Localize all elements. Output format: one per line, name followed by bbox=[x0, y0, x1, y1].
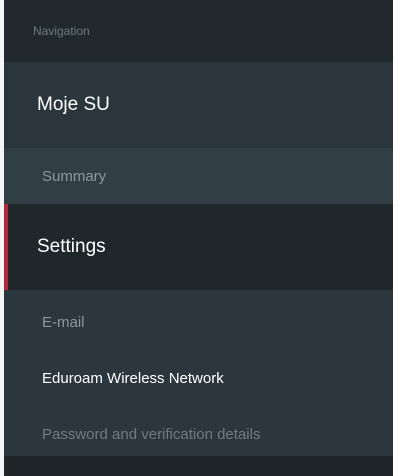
active-indicator bbox=[4, 204, 8, 290]
nav-item-summary[interactable]: Summary bbox=[4, 148, 393, 204]
submenu-item-eduroam[interactable]: Eduroam Wireless Network bbox=[4, 350, 393, 406]
settings-submenu: E-mail Eduroam Wireless Network Password… bbox=[4, 290, 393, 462]
navigation-heading: Navigation bbox=[33, 24, 90, 38]
submenu-item-password[interactable]: Password and verification details bbox=[4, 406, 393, 462]
submenu-item-email-label: E-mail bbox=[42, 313, 85, 331]
nav-item-moje-su-label: Moje SU bbox=[37, 94, 110, 115]
navigation-sidebar: Navigation Moje SU Summary Settings E-ma… bbox=[0, 0, 401, 476]
submenu-item-eduroam-label: Eduroam Wireless Network bbox=[42, 369, 224, 387]
nav-footer bbox=[4, 456, 393, 476]
nav-item-settings-label: Settings bbox=[37, 236, 106, 257]
nav-item-summary-label: Summary bbox=[42, 167, 107, 185]
navigation-header: Navigation bbox=[4, 0, 393, 62]
nav-item-settings[interactable]: Settings bbox=[4, 204, 393, 290]
nav-item-moje-su[interactable]: Moje SU bbox=[4, 62, 393, 148]
submenu-item-email[interactable]: E-mail bbox=[4, 294, 393, 350]
submenu-item-password-label: Password and verification details bbox=[42, 425, 261, 443]
